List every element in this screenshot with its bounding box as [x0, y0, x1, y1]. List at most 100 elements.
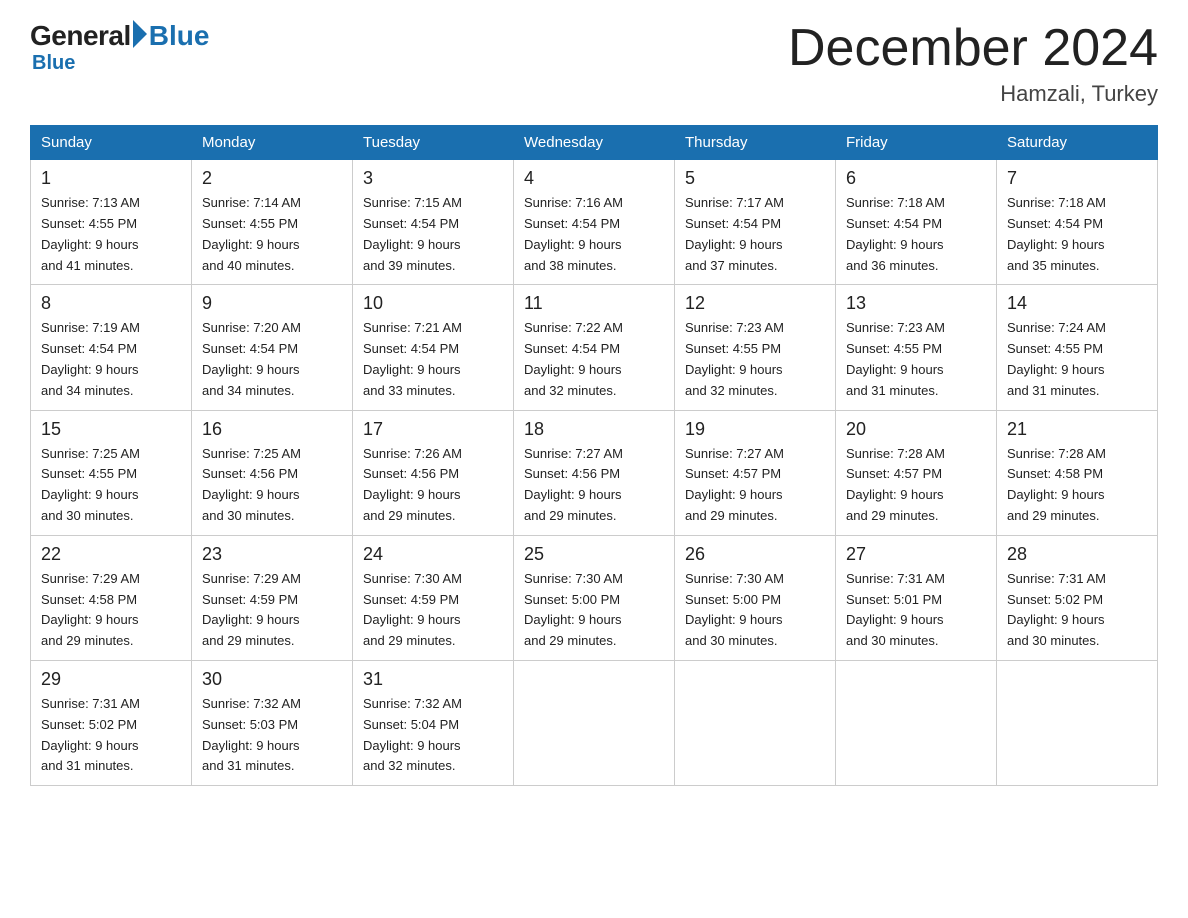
day-number: 21	[1007, 419, 1147, 440]
day-number: 10	[363, 293, 503, 314]
day-info: Sunrise: 7:30 AM Sunset: 4:59 PM Dayligh…	[363, 569, 503, 652]
day-number: 4	[524, 168, 664, 189]
calendar-header-row: Sunday Monday Tuesday Wednesday Thursday…	[31, 126, 1158, 160]
day-number: 11	[524, 293, 664, 314]
day-info: Sunrise: 7:18 AM Sunset: 4:54 PM Dayligh…	[1007, 193, 1147, 276]
day-info: Sunrise: 7:16 AM Sunset: 4:54 PM Dayligh…	[524, 193, 664, 276]
day-info: Sunrise: 7:21 AM Sunset: 4:54 PM Dayligh…	[363, 318, 503, 401]
calendar-cell: 14 Sunrise: 7:24 AM Sunset: 4:55 PM Dayl…	[997, 285, 1158, 410]
header-friday: Friday	[836, 126, 997, 160]
day-number: 14	[1007, 293, 1147, 314]
calendar-cell: 20 Sunrise: 7:28 AM Sunset: 4:57 PM Dayl…	[836, 410, 997, 535]
calendar-cell: 22 Sunrise: 7:29 AM Sunset: 4:58 PM Dayl…	[31, 535, 192, 660]
day-number: 5	[685, 168, 825, 189]
day-info: Sunrise: 7:26 AM Sunset: 4:56 PM Dayligh…	[363, 444, 503, 527]
day-number: 29	[41, 669, 181, 690]
calendar-week-row-5: 29 Sunrise: 7:31 AM Sunset: 5:02 PM Dayl…	[31, 660, 1158, 785]
calendar-week-row-2: 8 Sunrise: 7:19 AM Sunset: 4:54 PM Dayli…	[31, 285, 1158, 410]
calendar-subtitle: Hamzali, Turkey	[788, 81, 1158, 107]
calendar-table: Sunday Monday Tuesday Wednesday Thursday…	[30, 125, 1158, 786]
day-number: 31	[363, 669, 503, 690]
day-info: Sunrise: 7:28 AM Sunset: 4:58 PM Dayligh…	[1007, 444, 1147, 527]
logo: General Blue Blue	[30, 20, 209, 75]
day-info: Sunrise: 7:30 AM Sunset: 5:00 PM Dayligh…	[685, 569, 825, 652]
calendar-cell: 17 Sunrise: 7:26 AM Sunset: 4:56 PM Dayl…	[353, 410, 514, 535]
day-number: 2	[202, 168, 342, 189]
calendar-cell: 26 Sunrise: 7:30 AM Sunset: 5:00 PM Dayl…	[675, 535, 836, 660]
header-tuesday: Tuesday	[353, 126, 514, 160]
header-thursday: Thursday	[675, 126, 836, 160]
calendar-cell: 30 Sunrise: 7:32 AM Sunset: 5:03 PM Dayl…	[192, 660, 353, 785]
calendar-cell: 6 Sunrise: 7:18 AM Sunset: 4:54 PM Dayli…	[836, 160, 997, 285]
calendar-cell: 31 Sunrise: 7:32 AM Sunset: 5:04 PM Dayl…	[353, 660, 514, 785]
calendar-cell: 19 Sunrise: 7:27 AM Sunset: 4:57 PM Dayl…	[675, 410, 836, 535]
day-info: Sunrise: 7:27 AM Sunset: 4:56 PM Dayligh…	[524, 444, 664, 527]
header-monday: Monday	[192, 126, 353, 160]
day-info: Sunrise: 7:14 AM Sunset: 4:55 PM Dayligh…	[202, 193, 342, 276]
calendar-cell: 25 Sunrise: 7:30 AM Sunset: 5:00 PM Dayl…	[514, 535, 675, 660]
logo-triangle-icon	[133, 20, 147, 48]
logo-general-text: General	[30, 20, 131, 52]
day-info: Sunrise: 7:31 AM Sunset: 5:02 PM Dayligh…	[1007, 569, 1147, 652]
calendar-week-row-1: 1 Sunrise: 7:13 AM Sunset: 4:55 PM Dayli…	[31, 160, 1158, 285]
calendar-cell: 23 Sunrise: 7:29 AM Sunset: 4:59 PM Dayl…	[192, 535, 353, 660]
day-info: Sunrise: 7:25 AM Sunset: 4:56 PM Dayligh…	[202, 444, 342, 527]
day-number: 20	[846, 419, 986, 440]
title-section: December 2024 Hamzali, Turkey	[788, 20, 1158, 107]
day-number: 16	[202, 419, 342, 440]
calendar-week-row-4: 22 Sunrise: 7:29 AM Sunset: 4:58 PM Dayl…	[31, 535, 1158, 660]
day-number: 15	[41, 419, 181, 440]
day-number: 3	[363, 168, 503, 189]
day-number: 8	[41, 293, 181, 314]
day-number: 18	[524, 419, 664, 440]
day-number: 19	[685, 419, 825, 440]
day-info: Sunrise: 7:29 AM Sunset: 4:59 PM Dayligh…	[202, 569, 342, 652]
calendar-cell: 21 Sunrise: 7:28 AM Sunset: 4:58 PM Dayl…	[997, 410, 1158, 535]
day-number: 25	[524, 544, 664, 565]
calendar-cell: 29 Sunrise: 7:31 AM Sunset: 5:02 PM Dayl…	[31, 660, 192, 785]
day-info: Sunrise: 7:32 AM Sunset: 5:03 PM Dayligh…	[202, 694, 342, 777]
calendar-cell: 12 Sunrise: 7:23 AM Sunset: 4:55 PM Dayl…	[675, 285, 836, 410]
day-info: Sunrise: 7:31 AM Sunset: 5:01 PM Dayligh…	[846, 569, 986, 652]
day-info: Sunrise: 7:27 AM Sunset: 4:57 PM Dayligh…	[685, 444, 825, 527]
calendar-cell: 4 Sunrise: 7:16 AM Sunset: 4:54 PM Dayli…	[514, 160, 675, 285]
day-number: 12	[685, 293, 825, 314]
day-number: 26	[685, 544, 825, 565]
day-number: 28	[1007, 544, 1147, 565]
day-info: Sunrise: 7:15 AM Sunset: 4:54 PM Dayligh…	[363, 193, 503, 276]
day-info: Sunrise: 7:18 AM Sunset: 4:54 PM Dayligh…	[846, 193, 986, 276]
calendar-cell: 3 Sunrise: 7:15 AM Sunset: 4:54 PM Dayli…	[353, 160, 514, 285]
day-info: Sunrise: 7:25 AM Sunset: 4:55 PM Dayligh…	[41, 444, 181, 527]
day-info: Sunrise: 7:20 AM Sunset: 4:54 PM Dayligh…	[202, 318, 342, 401]
calendar-cell: 24 Sunrise: 7:30 AM Sunset: 4:59 PM Dayl…	[353, 535, 514, 660]
calendar-cell: 9 Sunrise: 7:20 AM Sunset: 4:54 PM Dayli…	[192, 285, 353, 410]
calendar-week-row-3: 15 Sunrise: 7:25 AM Sunset: 4:55 PM Dayl…	[31, 410, 1158, 535]
day-info: Sunrise: 7:31 AM Sunset: 5:02 PM Dayligh…	[41, 694, 181, 777]
day-number: 27	[846, 544, 986, 565]
calendar-title: December 2024	[788, 20, 1158, 77]
calendar-cell: 10 Sunrise: 7:21 AM Sunset: 4:54 PM Dayl…	[353, 285, 514, 410]
day-number: 6	[846, 168, 986, 189]
calendar-cell	[514, 660, 675, 785]
day-number: 7	[1007, 168, 1147, 189]
day-number: 22	[41, 544, 181, 565]
logo-blue-text: Blue	[149, 20, 210, 52]
day-info: Sunrise: 7:32 AM Sunset: 5:04 PM Dayligh…	[363, 694, 503, 777]
day-number: 24	[363, 544, 503, 565]
page-header: General Blue Blue December 2024 Hamzali,…	[30, 20, 1158, 107]
day-info: Sunrise: 7:19 AM Sunset: 4:54 PM Dayligh…	[41, 318, 181, 401]
day-number: 13	[846, 293, 986, 314]
calendar-cell: 7 Sunrise: 7:18 AM Sunset: 4:54 PM Dayli…	[997, 160, 1158, 285]
header-wednesday: Wednesday	[514, 126, 675, 160]
day-info: Sunrise: 7:17 AM Sunset: 4:54 PM Dayligh…	[685, 193, 825, 276]
calendar-cell: 18 Sunrise: 7:27 AM Sunset: 4:56 PM Dayl…	[514, 410, 675, 535]
calendar-cell: 1 Sunrise: 7:13 AM Sunset: 4:55 PM Dayli…	[31, 160, 192, 285]
calendar-cell: 16 Sunrise: 7:25 AM Sunset: 4:56 PM Dayl…	[192, 410, 353, 535]
day-number: 17	[363, 419, 503, 440]
day-number: 1	[41, 168, 181, 189]
calendar-cell: 2 Sunrise: 7:14 AM Sunset: 4:55 PM Dayli…	[192, 160, 353, 285]
day-info: Sunrise: 7:30 AM Sunset: 5:00 PM Dayligh…	[524, 569, 664, 652]
calendar-cell: 28 Sunrise: 7:31 AM Sunset: 5:02 PM Dayl…	[997, 535, 1158, 660]
day-info: Sunrise: 7:24 AM Sunset: 4:55 PM Dayligh…	[1007, 318, 1147, 401]
calendar-cell: 5 Sunrise: 7:17 AM Sunset: 4:54 PM Dayli…	[675, 160, 836, 285]
